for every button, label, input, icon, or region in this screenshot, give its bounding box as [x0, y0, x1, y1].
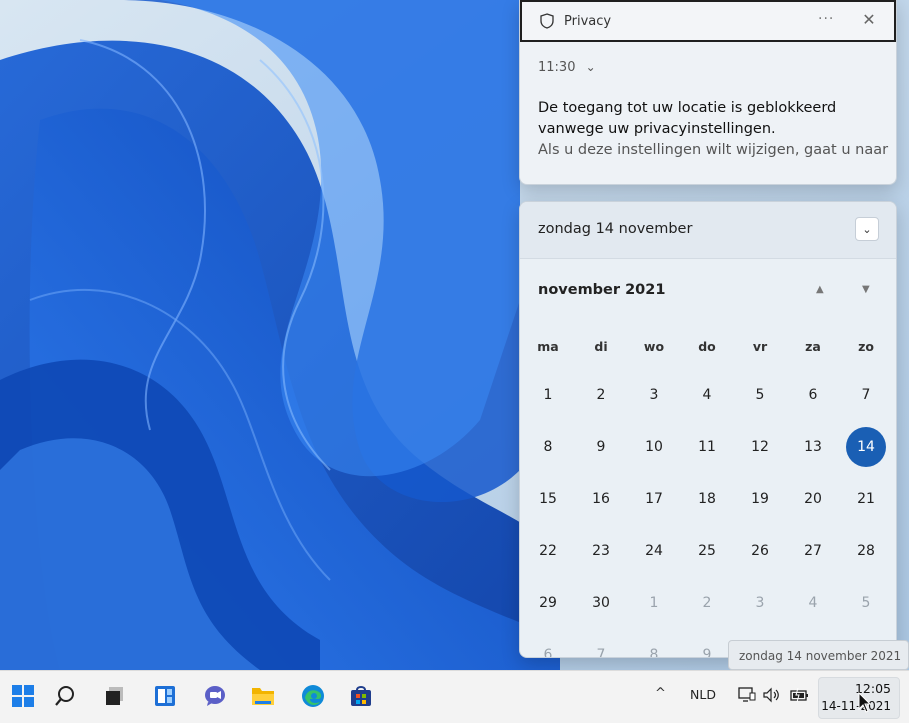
calendar-day[interactable]: 29: [528, 583, 568, 623]
notification-message-line: De toegang tot uw locatie is geblokkeerd: [538, 100, 837, 116]
store-icon[interactable]: [348, 683, 374, 709]
weekday-header-row: ma di wo do vr za zo: [520, 327, 896, 379]
calendar-day[interactable]: 21: [846, 479, 886, 519]
widgets-icon[interactable]: [152, 683, 178, 709]
weekday-label: vr: [752, 339, 768, 354]
calendar-day[interactable]: 2: [687, 583, 727, 623]
calendar-week-row: 15 16 17 18 19 20 21: [520, 479, 896, 531]
calendar-day[interactable]: 15: [528, 479, 568, 519]
calendar-day[interactable]: 1: [528, 375, 568, 415]
notification-app-name: Privacy: [564, 13, 612, 29]
calendar-week-row: 29 30 1 2 3 4 5: [520, 583, 896, 635]
calendar-day[interactable]: 18: [687, 479, 727, 519]
weekday-label: za: [805, 339, 821, 354]
weekday-label: wo: [643, 339, 665, 354]
search-icon[interactable]: [52, 683, 78, 709]
calendar-day[interactable]: 23: [581, 531, 621, 571]
next-month-button[interactable]: ▼: [862, 284, 870, 295]
weekday-label: di: [594, 339, 608, 354]
mouse-cursor: [858, 692, 872, 713]
calendar-day[interactable]: 11: [687, 427, 727, 467]
privacy-notification[interactable]: Privacy ··· ✕ 11:30 ⌄ De toegang tot uw …: [519, 0, 897, 185]
start-icon[interactable]: [10, 683, 36, 709]
calendar-day[interactable]: 6: [793, 375, 833, 415]
taskbar: ^ NLD 12:05 14-11-2021: [0, 670, 909, 723]
calendar-week-row: 22 23 24 25 26 27 28: [520, 531, 896, 583]
calendar-week-row: 1234567: [520, 375, 896, 427]
calendar-header: zondag 14 november ⌄: [520, 202, 896, 259]
calendar-day[interactable]: 7: [846, 375, 886, 415]
calendar-day[interactable]: 27: [793, 531, 833, 571]
edge-icon[interactable]: [300, 683, 326, 709]
calendar-day[interactable]: 17: [634, 479, 674, 519]
calendar-day[interactable]: 4: [793, 583, 833, 623]
calendar-week-row: 8 9 10 11 12 13 14: [520, 427, 896, 479]
shield-icon: [540, 13, 556, 29]
calendar-day[interactable]: 8: [528, 427, 568, 467]
calendar-day[interactable]: 4: [687, 375, 727, 415]
calendar-day[interactable]: 19: [740, 479, 780, 519]
calendar-day[interactable]: 9: [687, 635, 727, 657]
calendar-day-today[interactable]: 14: [846, 427, 886, 467]
calendar-day[interactable]: 1: [634, 583, 674, 623]
calendar-day[interactable]: 30: [581, 583, 621, 623]
chevron-down-icon: ⌄: [862, 222, 872, 236]
previous-month-button[interactable]: ▲: [816, 284, 824, 295]
task-view-icon[interactable]: [102, 683, 128, 709]
notification-message-line: Als u deze instellingen wilt wijzigen, g…: [538, 142, 890, 158]
weekday-label: zo: [858, 339, 874, 354]
clock-date: 14-11-2021: [821, 699, 891, 713]
calendar-day[interactable]: 3: [740, 583, 780, 623]
date-tooltip: zondag 14 november 2021: [728, 640, 909, 670]
close-button[interactable]: ✕: [858, 10, 880, 29]
calendar-day[interactable]: 3: [634, 375, 674, 415]
weekday-label: ma: [537, 339, 559, 354]
language-indicator[interactable]: NLD: [690, 687, 716, 702]
calendar-day[interactable]: 13: [793, 427, 833, 467]
notification-header: Privacy ··· ✕: [520, 0, 896, 42]
calendar-day[interactable]: 10: [634, 427, 674, 467]
chevron-down-icon[interactable]: ⌄: [586, 60, 596, 74]
collapse-calendar-button[interactable]: ⌄: [855, 217, 879, 241]
calendar-flyout: zondag 14 november ⌄ november 2021 ▲ ▼ m…: [519, 201, 897, 658]
calendar-day[interactable]: 16: [581, 479, 621, 519]
calendar-day[interactable]: 8: [634, 635, 674, 657]
calendar-day[interactable]: 28: [846, 531, 886, 571]
battery-icon[interactable]: [790, 683, 810, 707]
clock-time: 12:05: [854, 681, 891, 696]
calendar-day[interactable]: 12: [740, 427, 780, 467]
calendar-day[interactable]: 6: [528, 635, 568, 657]
calendar-day[interactable]: 26: [740, 531, 780, 571]
file-explorer-icon[interactable]: [250, 683, 276, 709]
chat-icon[interactable]: [202, 683, 228, 709]
notification-message-line: vanwege uw privacyinstellingen.: [538, 121, 776, 137]
more-options-button[interactable]: ···: [818, 11, 834, 27]
calendar-day[interactable]: 20: [793, 479, 833, 519]
network-icon[interactable]: [737, 683, 757, 707]
weekday-label: do: [698, 339, 716, 354]
notification-time-label: 11:30: [538, 60, 576, 75]
calendar-day[interactable]: 7: [581, 635, 621, 657]
month-title[interactable]: november 2021: [538, 282, 665, 298]
show-hidden-icons-button[interactable]: ^: [655, 686, 666, 701]
calendar-day[interactable]: 5: [740, 375, 780, 415]
selected-date-label: zondag 14 november: [538, 221, 693, 237]
calendar-day[interactable]: 2: [581, 375, 621, 415]
volume-icon[interactable]: [762, 683, 782, 707]
calendar-day[interactable]: 5: [846, 583, 886, 623]
calendar-day[interactable]: 25: [687, 531, 727, 571]
notification-time[interactable]: 11:30 ⌄: [538, 60, 596, 75]
notification-message: De toegang tot uw locatie is geblokkeerd…: [538, 98, 890, 161]
calendar-day[interactable]: 9: [581, 427, 621, 467]
calendar-day[interactable]: 24: [634, 531, 674, 571]
calendar-day[interactable]: 22: [528, 531, 568, 571]
